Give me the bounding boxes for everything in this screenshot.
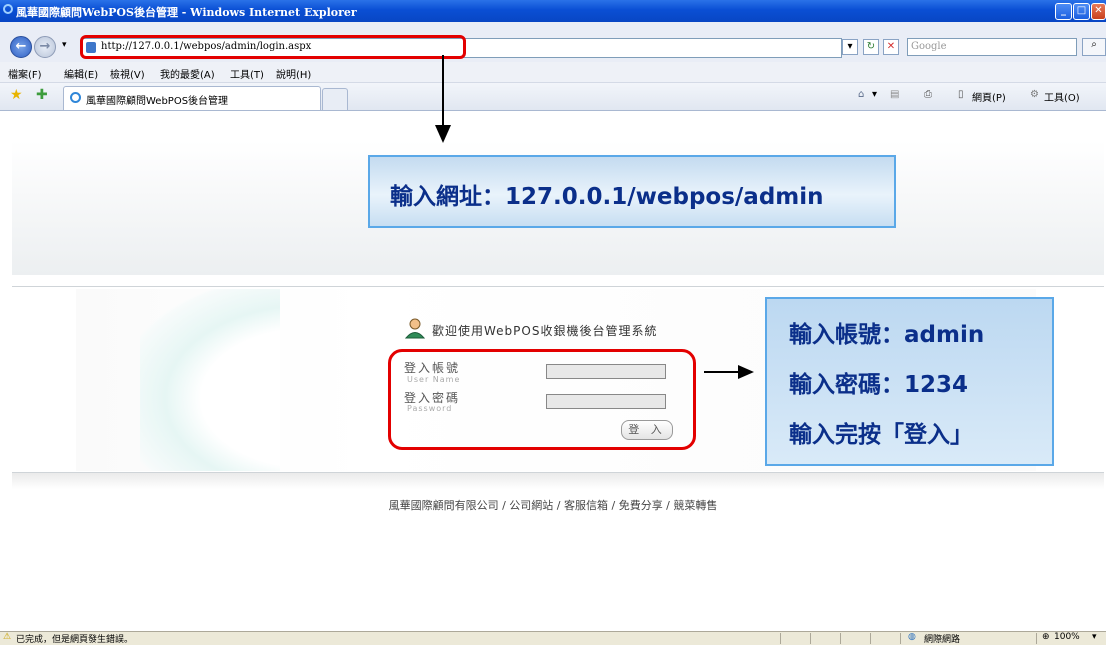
status-bar: ⚠ 已完成，但是網頁發生錯誤。 ◍ 網際網路 ⊕ 100% ▾ [0,631,1106,645]
tools-gear-icon: ⚙ [1030,89,1039,100]
ie-tab-icon [70,92,81,103]
divider [12,286,1104,287]
address-dropdown-icon[interactable]: ▾ [842,39,858,55]
page-menu-icon: ▯ [958,89,964,100]
forward-button[interactable]: → [34,36,56,58]
globe-icon: ◍ [908,632,916,642]
menu-edit[interactable]: 編輯(E) [64,66,98,81]
finish-annotation-text: 輸入完按「登入」 [789,422,973,448]
password-annotation-text: 輸入密碼：1234 [789,372,969,398]
status-message: 已完成，但是網頁發生錯誤。 [16,635,134,645]
login-annotation: 輸入帳號：admin 輸入密碼：1234 輸入完按「登入」 [765,297,1054,466]
footer-band [12,473,1104,489]
url-annotation-text: 輸入網址：127.0.0.1/webpos/admin [390,184,824,210]
address-highlight-box [80,35,466,59]
search-input[interactable]: Google [907,38,1077,56]
back-button[interactable]: ← [10,36,32,58]
menu-tools[interactable]: 工具(T) [230,66,264,81]
stop-icon[interactable]: ✕ [883,39,899,55]
menu-view[interactable]: 檢視(V) [110,66,145,81]
feeds-icon[interactable]: ▤ [890,89,899,100]
tab-title: 風華國際顧問WebPOS後台管理 [86,96,229,107]
zoom-level[interactable]: 100% [1054,632,1080,642]
home-icon[interactable]: ⌂ [858,89,864,100]
ie-logo-icon [3,4,13,14]
menu-help[interactable]: 說明(H) [276,66,311,81]
form-highlight-box [388,349,696,450]
zoom-dropdown-icon[interactable]: ▾ [1092,632,1097,642]
history-dropdown-icon[interactable]: ▾ [62,40,67,50]
arrow-down-icon [435,55,451,143]
menu-favorites[interactable]: 我的最愛(A) [160,66,215,81]
tools-menu[interactable]: 工具(O) [1044,89,1080,104]
security-zone: 網際網路 [924,635,961,645]
window-title: 風華國際顧問WebPOS後台管理 - Windows Internet Expl… [16,6,357,19]
browser-tab-active[interactable]: 風華國際顧問WebPOS後台管理 [63,86,321,110]
maximize-button[interactable]: □ [1073,3,1090,20]
menu-bar: 檔案(F) 編輯(E) 檢視(V) 我的最愛(A) 工具(T) 說明(H) [0,62,1106,83]
window-title-bar: 風華國際顧問WebPOS後台管理 - Windows Internet Expl… [0,0,1106,22]
arrow-right-icon [704,365,754,379]
user-icon [404,318,426,339]
favorites-star-icon[interactable]: ★ [10,87,23,103]
home-dropdown-icon[interactable]: ▾ [872,89,877,100]
search-placeholder: Google [911,41,947,52]
decorative-swoosh [140,289,280,471]
page-menu[interactable]: 網頁(P) [972,89,1006,104]
account-annotation-text: 輸入帳號：admin [789,322,985,348]
new-tab-button[interactable] [322,88,348,110]
warning-icon[interactable]: ⚠ [3,632,11,642]
close-button[interactable]: ✕ [1091,3,1106,20]
url-annotation: 輸入網址：127.0.0.1/webpos/admin [368,155,896,228]
refresh-icon[interactable]: ↻ [863,39,879,55]
footer-links[interactable]: 風華國際顧問有限公司 / 公司網站 / 客服信箱 / 免費分享 / 競菜轉售 [0,497,1106,513]
menu-file[interactable]: 檔案(F) [8,66,42,81]
welcome-title: 歡迎使用WebPOS收銀機後台管理系統 [432,324,658,338]
zoom-icon: ⊕ [1042,632,1050,642]
search-icon[interactable]: ⌕ [1082,38,1106,56]
add-favorites-icon[interactable]: ✚ [36,87,48,103]
print-icon[interactable]: ⎙ [924,89,932,100]
minimize-button[interactable]: _ [1055,3,1072,20]
